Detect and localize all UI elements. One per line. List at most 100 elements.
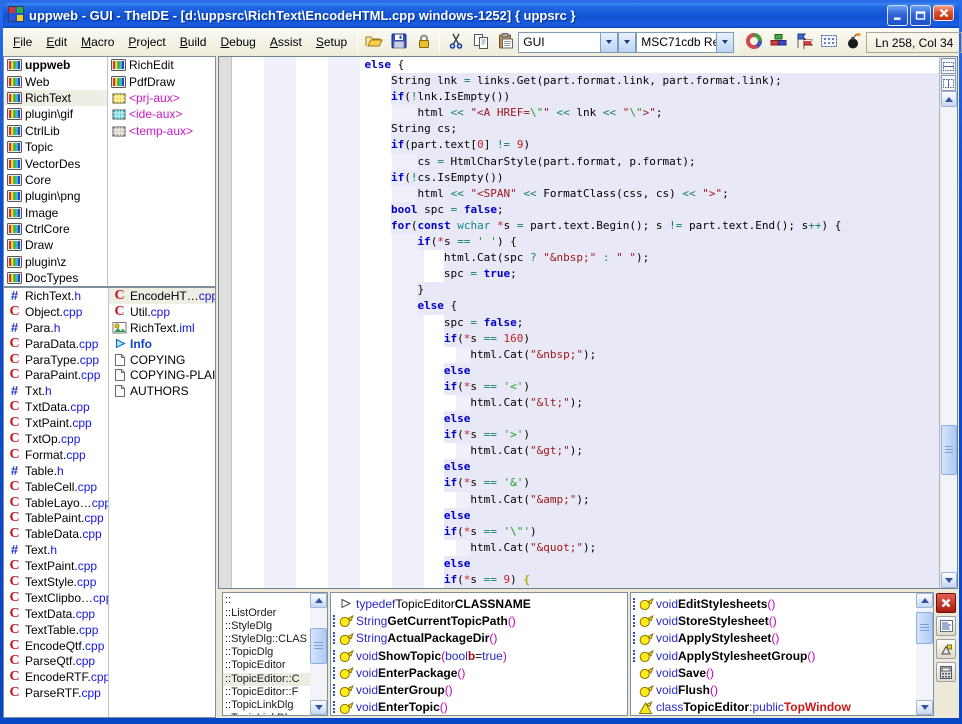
code-line[interactable]: else	[232, 556, 939, 572]
assist-item[interactable]: typedef TopicEditor CLASSNAME	[331, 595, 627, 612]
scroll-down-icon[interactable]	[310, 700, 327, 715]
file-item[interactable]: CParseRTF.cpp	[4, 685, 108, 701]
build-method-dropdown-button[interactable]	[618, 32, 636, 53]
debug-bomb-button[interactable]	[841, 30, 866, 54]
split-vertical-button[interactable]	[941, 75, 956, 91]
assist-item[interactable]: void ApplyStylesheet()	[631, 630, 916, 647]
package-item[interactable]: <temp-aux>	[108, 123, 215, 139]
assist-scrollbar[interactable]	[916, 593, 933, 715]
package-item[interactable]: PdfDraw	[108, 73, 215, 89]
package-item[interactable]: uppweb	[4, 57, 107, 73]
scroll-up-icon[interactable]	[310, 593, 327, 608]
console-button[interactable]	[936, 616, 956, 636]
assist-item[interactable]: void StoreStylesheet()	[631, 612, 916, 629]
file-item[interactable]: CObject.cpp	[4, 304, 108, 320]
file-item[interactable]: #Para.h	[4, 320, 108, 336]
assist-item[interactable]: void ShowTopic(bool b = true)	[331, 647, 627, 664]
package-item[interactable]: plugin\png	[4, 188, 107, 204]
scope-item[interactable]: ::TopicLinkDlg::	[223, 712, 310, 715]
assist-item[interactable]: void EnterGroup()	[331, 681, 627, 698]
assist-item[interactable]: void ApplyStylesheetGroup()	[631, 647, 916, 664]
package-item[interactable]: Draw	[4, 237, 107, 253]
code-line[interactable]: else {	[232, 298, 939, 314]
file-item[interactable]: CTextData.cpp	[4, 606, 108, 622]
file-item[interactable]: CEncodeHT…cpp	[109, 288, 215, 304]
scope-item[interactable]: ::StyleDlg::CLAS	[223, 633, 310, 646]
flags-button[interactable]	[791, 30, 816, 54]
paste-button[interactable]	[493, 30, 518, 54]
code-line[interactable]: html.Cat("&nbsp;");	[232, 347, 939, 363]
file-item[interactable]: CTxtData.cpp	[4, 399, 108, 415]
assist-item[interactable]: void Save()	[631, 664, 916, 681]
close-icon[interactable]	[933, 5, 954, 21]
editor-vertical-scrollbar[interactable]	[941, 91, 957, 588]
file-item[interactable]: CUtil.cpp	[109, 304, 215, 320]
scroll-track[interactable]	[916, 608, 933, 700]
menu-file[interactable]: File	[6, 31, 39, 53]
chevron-down-icon[interactable]	[716, 33, 733, 52]
title-bar[interactable]: uppweb - GUI - TheIDE - [d:\uppsrc\RichT…	[3, 3, 959, 28]
lock-button[interactable]	[411, 30, 436, 54]
scope-item[interactable]: ::ListOrder	[223, 607, 310, 620]
code-line[interactable]: for(const wchar *s = part.text.Begin(); …	[232, 218, 939, 234]
scroll-thumb[interactable]	[916, 612, 933, 644]
code-line[interactable]: else	[232, 411, 939, 427]
file-item[interactable]: #Table.h	[4, 463, 108, 479]
code-line[interactable]: else	[232, 508, 939, 524]
build-button[interactable]	[766, 30, 791, 54]
code-line[interactable]: html.Cat("&quot;");	[232, 540, 939, 556]
copy-button[interactable]	[468, 30, 493, 54]
code-line[interactable]: if(*s == '>')	[232, 427, 939, 443]
menu-assist[interactable]: Assist	[263, 31, 309, 53]
menu-macro[interactable]: Macro	[74, 31, 121, 53]
scroll-down-icon[interactable]	[916, 700, 933, 715]
file-item[interactable]: CTextStyle.cpp	[4, 574, 108, 590]
code-line[interactable]: if(*s == ' ') {	[232, 234, 939, 250]
file-item[interactable]: CEncodeRTF.cpp	[4, 669, 108, 685]
minimize-button[interactable]	[887, 5, 908, 26]
file-item[interactable]: CEncodeQtf.cpp	[4, 638, 108, 654]
package-item[interactable]: CtrlLib	[4, 123, 107, 139]
code-line[interactable]: html << "<SPAN" << FormatClass(css, cs) …	[232, 186, 939, 202]
scroll-up-icon[interactable]	[941, 91, 957, 107]
package-item[interactable]: <ide-aux>	[108, 106, 215, 122]
scope-scrollbar[interactable]	[310, 593, 327, 715]
menu-debug[interactable]: Debug	[213, 31, 262, 53]
package-item[interactable]: Core	[4, 172, 107, 188]
file-item[interactable]: #RichText.h	[4, 288, 108, 304]
package-item[interactable]: plugin\gif	[4, 106, 107, 122]
assist-item[interactable]: class TopicEditor : public TopWindow	[631, 699, 916, 715]
file-item[interactable]: CParaPaint.cpp	[4, 367, 108, 383]
cut-button[interactable]	[443, 30, 468, 54]
scope-item[interactable]: ::TopicEditor	[223, 659, 310, 672]
file-item[interactable]: CTableData.cpp	[4, 526, 108, 542]
code-line[interactable]: bool spc = false;	[232, 202, 939, 218]
file-item[interactable]: CTablePaint.cpp	[4, 510, 108, 526]
code-line[interactable]: if(!cs.IsEmpty())	[232, 170, 939, 186]
chevron-down-icon[interactable]	[600, 33, 617, 52]
code-line[interactable]: else {	[232, 57, 939, 73]
calculator-button[interactable]	[936, 662, 956, 682]
code-line[interactable]: html.Cat(spc ? "&nbsp;" : " ");	[232, 250, 939, 266]
file-item[interactable]: COPYING-PLAIN	[109, 367, 215, 383]
scope-item[interactable]: ::	[223, 594, 310, 607]
code-line[interactable]: if(*s == '<')	[232, 379, 939, 395]
file-item[interactable]: CTextPaint.cpp	[4, 558, 108, 574]
package-item[interactable]: RichText	[4, 90, 107, 106]
assist-item[interactable]: String GetCurrentTopicPath()	[331, 612, 627, 629]
scope-item[interactable]: ::StyleDlg	[223, 620, 310, 633]
designer-button[interactable]	[816, 30, 841, 54]
code-line[interactable]: if(part.text[0] != 9)	[232, 137, 939, 153]
code-line[interactable]: html << "<A HREF=\"" << lnk << "\">";	[232, 105, 939, 121]
package-item[interactable]: VectorDes	[4, 155, 107, 171]
assist-item[interactable]: String ActualPackageDir()	[331, 630, 627, 647]
split-horizontal-button[interactable]	[941, 58, 956, 74]
file-item[interactable]: COPYING	[109, 352, 215, 368]
code-line[interactable]: if(*s == '\"')	[232, 524, 939, 540]
code-editor[interactable]: else { String lnk = links.Get(part.forma…	[218, 56, 958, 589]
open-folder-button[interactable]	[361, 30, 386, 54]
scope-item[interactable]: ::TopicDlg	[223, 646, 310, 659]
assist-item[interactable]: void Flush()	[631, 681, 916, 698]
scroll-track[interactable]	[941, 107, 957, 572]
file-item[interactable]: CParaData.cpp	[4, 336, 108, 352]
